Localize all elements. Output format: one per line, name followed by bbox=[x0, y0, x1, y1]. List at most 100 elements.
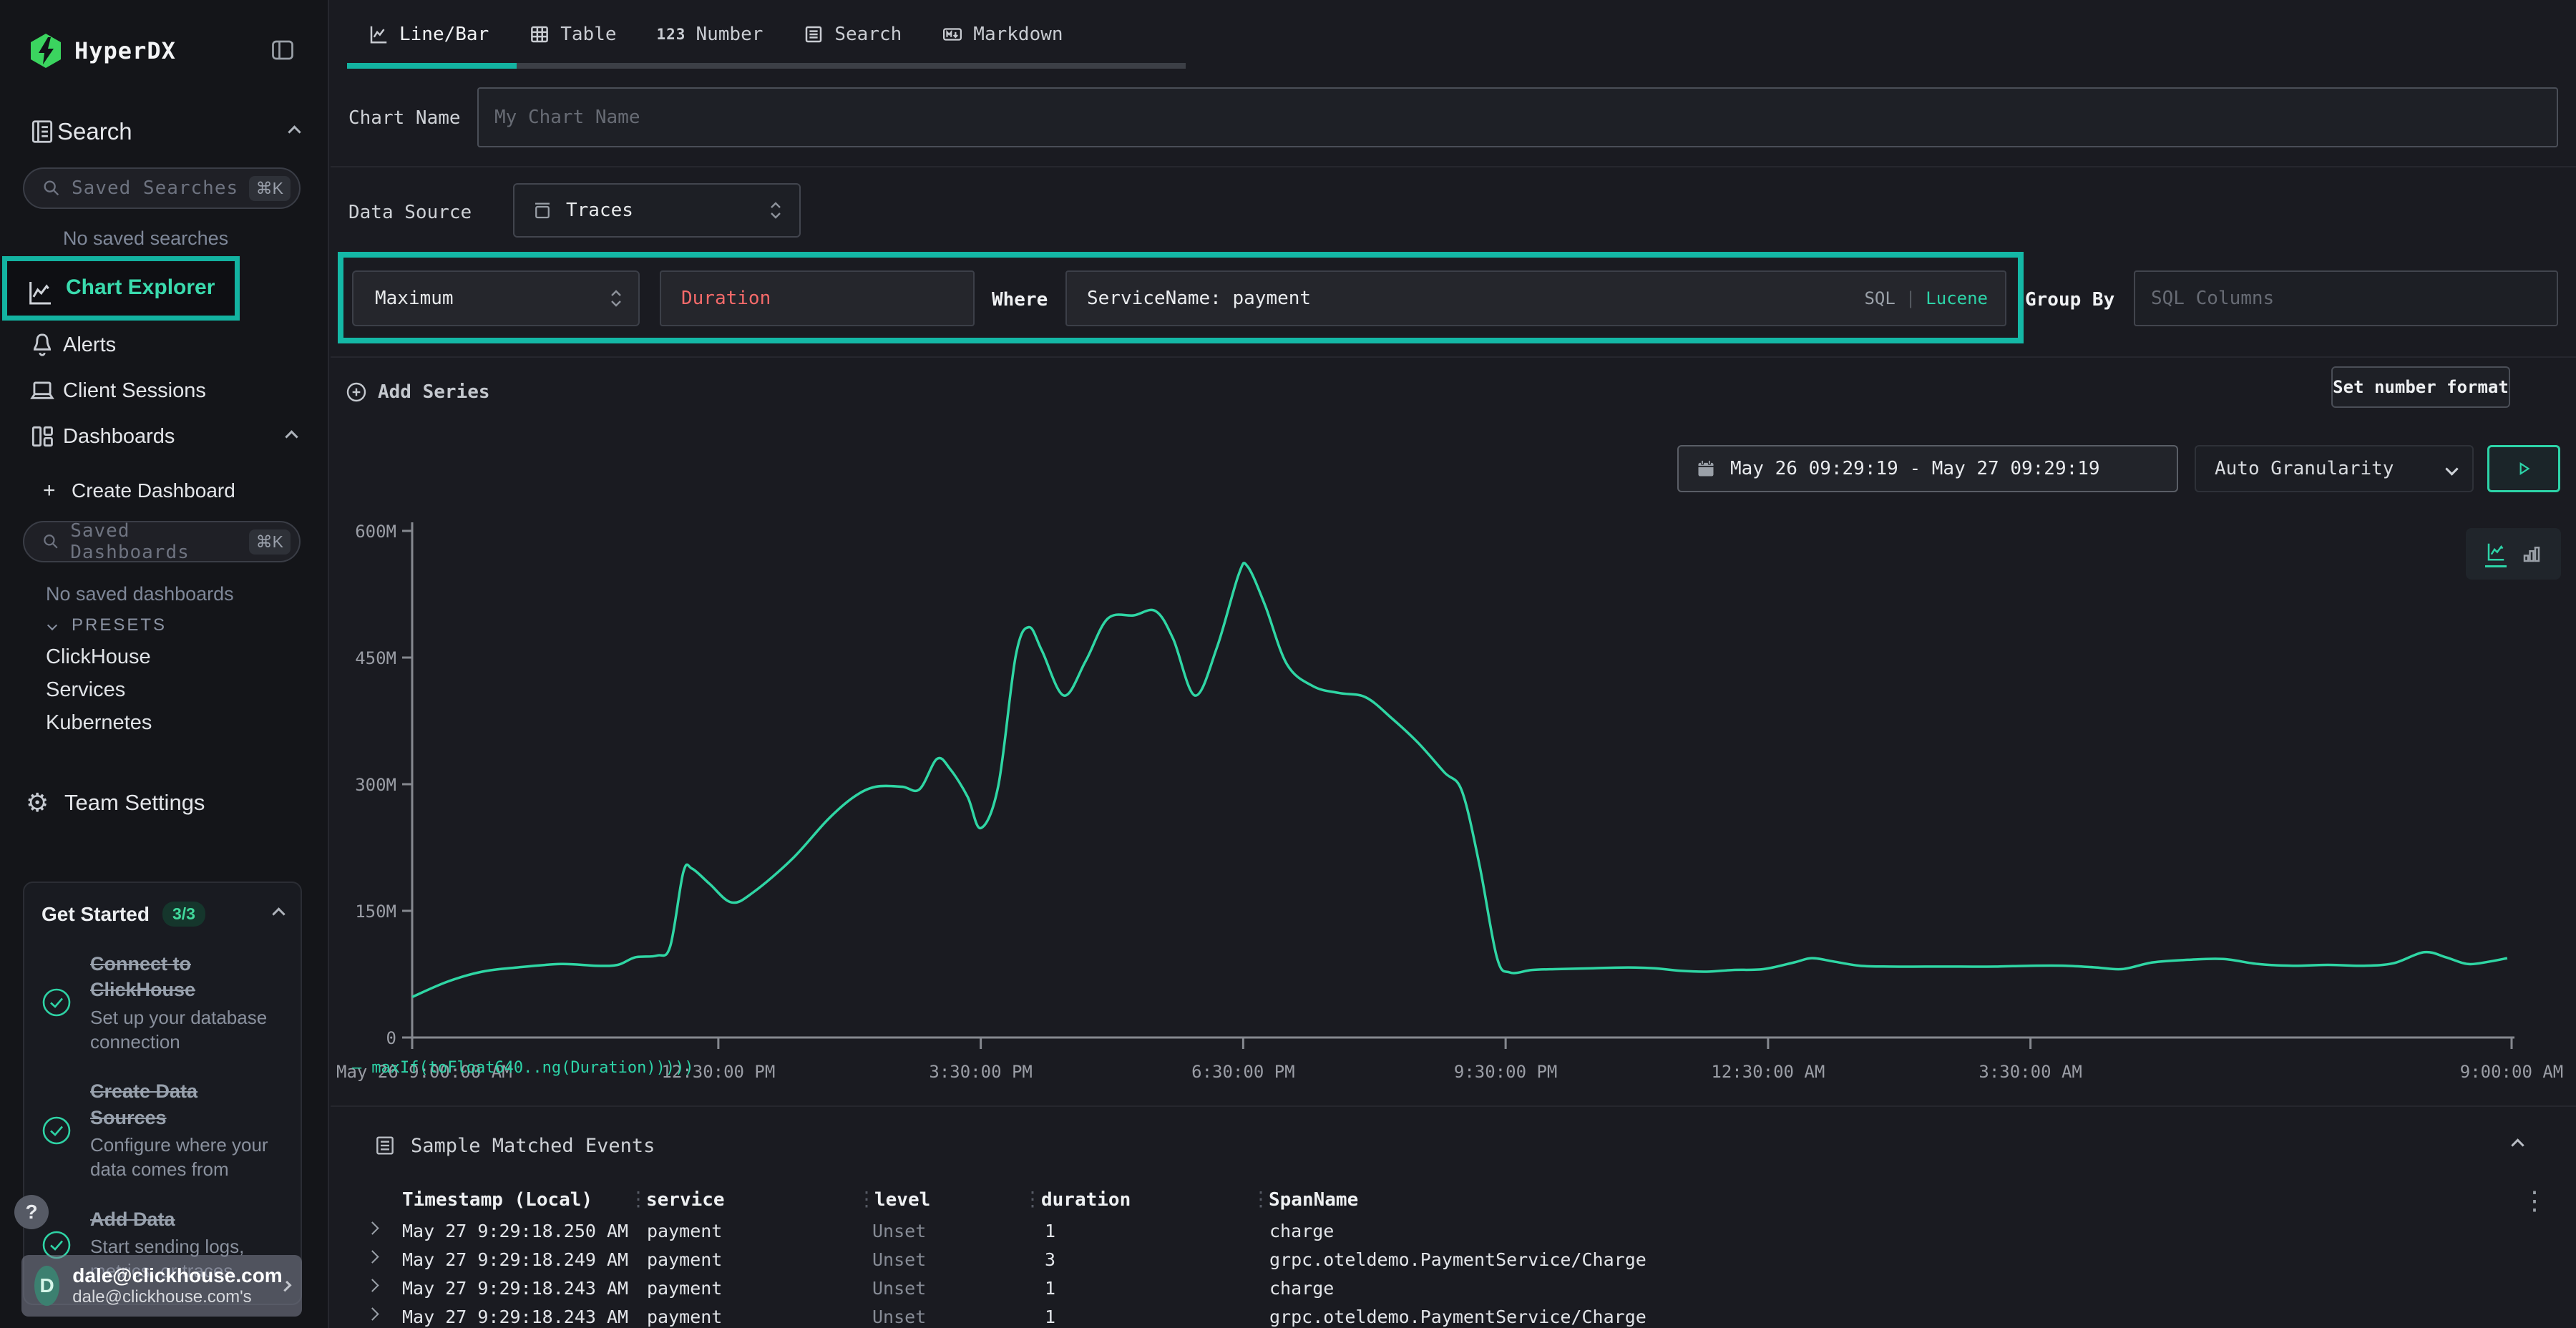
get-started-item[interactable]: Connect to ClickHouse Set up your databa… bbox=[42, 951, 283, 1054]
data-source-select[interactable]: Traces bbox=[513, 183, 801, 238]
cell-duration: 1 bbox=[1045, 1307, 1055, 1327]
search-icon bbox=[42, 178, 62, 198]
sidebar-item-alerts[interactable]: Alerts bbox=[0, 322, 328, 368]
set-number-format-button[interactable]: Set number format bbox=[2331, 366, 2510, 408]
select-updown-icon bbox=[768, 199, 784, 222]
tab-table[interactable]: Table bbox=[509, 0, 636, 69]
saved-dashboards-placeholder: Saved Dashboards bbox=[70, 520, 248, 563]
sidebar-item-client-sessions[interactable]: Client Sessions bbox=[0, 368, 328, 414]
preset-clickhouse[interactable]: ClickHouse bbox=[46, 645, 151, 669]
lucene-toggle[interactable]: Lucene bbox=[1926, 288, 1988, 308]
cell-service: payment bbox=[647, 1307, 722, 1327]
column-resize-handle[interactable]: ⋮ bbox=[1251, 1185, 1271, 1213]
cell-duration: 1 bbox=[1045, 1278, 1055, 1299]
sidebar-item-chart-explorer[interactable]: Chart Explorer bbox=[2, 256, 240, 321]
tab-search[interactable]: Search bbox=[783, 0, 922, 69]
table-row[interactable]: May 27 9:29:18.250 AMpaymentUnset1charge bbox=[331, 1218, 2576, 1246]
preset-kubernetes[interactable]: Kubernetes bbox=[46, 711, 152, 735]
legend-dash: — bbox=[352, 1059, 361, 1077]
timeseries-chart[interactable]: 0150M300M450M600MMay 26 9:00:00 AM12:30:… bbox=[331, 472, 2576, 1088]
sidebar-collapse-button[interactable] bbox=[269, 37, 296, 63]
column-resize-handle[interactable]: ⋮ bbox=[628, 1185, 648, 1213]
tab-label: Search bbox=[834, 24, 902, 45]
table-row[interactable]: May 27 9:29:18.243 AMpaymentUnset1charge bbox=[331, 1275, 2576, 1304]
y-tick-label: 600M bbox=[355, 522, 396, 542]
events-table-body: May 27 9:29:18.250 AMpaymentUnset1charge… bbox=[331, 1218, 2576, 1328]
no-saved-dashboards-note: No saved dashboards bbox=[46, 583, 234, 605]
x-tick-label: 6:30:00 PM bbox=[1191, 1062, 1295, 1082]
column-header-service[interactable]: service bbox=[646, 1189, 725, 1211]
tab-number[interactable]: 123 Number bbox=[637, 0, 784, 69]
table-options-kebab-icon[interactable]: ⋮ bbox=[2522, 1186, 2547, 1216]
events-table-header: Timestamp (Local) ⋮ service ⋮ level ⋮ du… bbox=[331, 1185, 2576, 1218]
add-series-button[interactable]: Add Series bbox=[345, 375, 490, 409]
get-started-item-subtitle: Configure where your data comes from bbox=[90, 1133, 269, 1182]
preset-services[interactable]: Services bbox=[46, 678, 125, 702]
where-input[interactable]: ServiceName: payment SQL | Lucene bbox=[1065, 270, 2006, 326]
sql-toggle[interactable]: SQL bbox=[1864, 288, 1895, 308]
get-started-item[interactable]: Create Data Sources Configure where your… bbox=[42, 1078, 283, 1181]
cell-service: payment bbox=[647, 1249, 722, 1270]
saved-dashboards-input[interactable]: Saved Dashboards ⌘K bbox=[23, 521, 301, 562]
sidebar-item-team-settings[interactable]: ⚙ Team Settings bbox=[0, 780, 328, 826]
cell-service: payment bbox=[647, 1221, 722, 1241]
column-header-spanname[interactable]: SpanName bbox=[1269, 1189, 1358, 1211]
table-row[interactable]: May 27 9:29:18.249 AMpaymentUnset3grpc.o… bbox=[331, 1246, 2576, 1275]
tab-label: Line/Bar bbox=[399, 24, 489, 45]
presets-toggle[interactable]: PRESETS bbox=[49, 615, 167, 635]
toggle-divider: | bbox=[1906, 288, 1916, 308]
expand-row-icon[interactable] bbox=[366, 1221, 379, 1234]
active-tab-underline bbox=[347, 63, 517, 69]
no-saved-searches-note: No saved searches bbox=[63, 228, 228, 250]
chart-legend: — maxIf(toFloat640..ng(Duration))))) bbox=[352, 1059, 694, 1077]
user-menu[interactable]: D dale@clickhouse.com dale@clickhouse.co… bbox=[21, 1255, 302, 1317]
cell-span: grpc.oteldemo.PaymentService/Charge bbox=[1269, 1249, 1646, 1270]
tab-label: Table bbox=[560, 24, 616, 45]
sidebar-item-dashboards[interactable]: Dashboards bbox=[0, 414, 328, 459]
y-tick-label: 150M bbox=[355, 902, 396, 922]
group-by-label: Group By bbox=[2025, 289, 2114, 311]
help-button[interactable]: ? bbox=[14, 1195, 49, 1229]
dashboard-grid-icon bbox=[29, 423, 56, 450]
sidebar-item-label: Alerts bbox=[63, 333, 116, 357]
view-tabbar: Line/Bar Table 123 Number Search Markdow… bbox=[331, 0, 2576, 69]
expand-row-icon[interactable] bbox=[366, 1279, 379, 1292]
chevron-down-icon bbox=[47, 620, 57, 630]
column-header-duration[interactable]: duration bbox=[1041, 1189, 1131, 1211]
column-header-timestamp[interactable]: Timestamp (Local) bbox=[402, 1189, 592, 1211]
expand-row-icon[interactable] bbox=[366, 1250, 379, 1263]
sample-events-header[interactable]: Sample Matched Events bbox=[374, 1128, 655, 1163]
column-resize-handle[interactable]: ⋮ bbox=[857, 1185, 877, 1213]
table-row[interactable]: May 27 9:29:18.243 AMpaymentUnset1grpc.o… bbox=[331, 1304, 2576, 1328]
get-started-header[interactable]: Get Started 3/3 bbox=[42, 902, 283, 927]
create-dashboard-button[interactable]: + Create Dashboard bbox=[0, 474, 328, 508]
team-settings-label: Team Settings bbox=[64, 790, 205, 816]
get-started-item-title: Connect to ClickHouse bbox=[90, 951, 269, 1003]
cell-level: Unset bbox=[872, 1307, 926, 1327]
saved-searches-placeholder: Saved Searches bbox=[72, 177, 238, 199]
divider bbox=[331, 166, 2576, 167]
expand-row-icon[interactable] bbox=[366, 1307, 379, 1320]
x-tick-label: 3:30:00 AM bbox=[1979, 1062, 2082, 1082]
sidebar-item-label: Dashboards bbox=[63, 425, 175, 449]
get-started-item-title: Add Data bbox=[90, 1206, 269, 1232]
chart-line-icon bbox=[26, 278, 54, 307]
collapse-section-icon[interactable] bbox=[2511, 1138, 2524, 1151]
aggregation-select[interactable]: Maximum bbox=[352, 270, 640, 326]
saved-searches-input[interactable]: Saved Searches ⌘K bbox=[23, 167, 301, 209]
cell-ts: May 27 9:29:18.243 AM bbox=[402, 1278, 628, 1299]
tab-markdown[interactable]: Markdown bbox=[922, 0, 1083, 69]
column-header-level[interactable]: level bbox=[874, 1189, 930, 1211]
group-by-input[interactable] bbox=[2134, 270, 2558, 326]
cell-level: Unset bbox=[872, 1278, 926, 1299]
sidebar-section-search[interactable]: Search bbox=[29, 112, 299, 152]
tab-line-bar[interactable]: Line/Bar bbox=[348, 0, 509, 69]
check-circle-icon bbox=[42, 987, 72, 1017]
x-tick-label: 3:30:00 PM bbox=[929, 1062, 1033, 1082]
sidebar-item-label: Client Sessions bbox=[63, 379, 206, 403]
column-resize-handle[interactable]: ⋮ bbox=[1023, 1185, 1043, 1213]
cell-ts: May 27 9:29:18.249 AM bbox=[402, 1249, 628, 1270]
field-input[interactable]: Duration bbox=[660, 270, 975, 326]
markdown-icon bbox=[942, 24, 963, 45]
chart-name-input[interactable] bbox=[477, 87, 2558, 147]
